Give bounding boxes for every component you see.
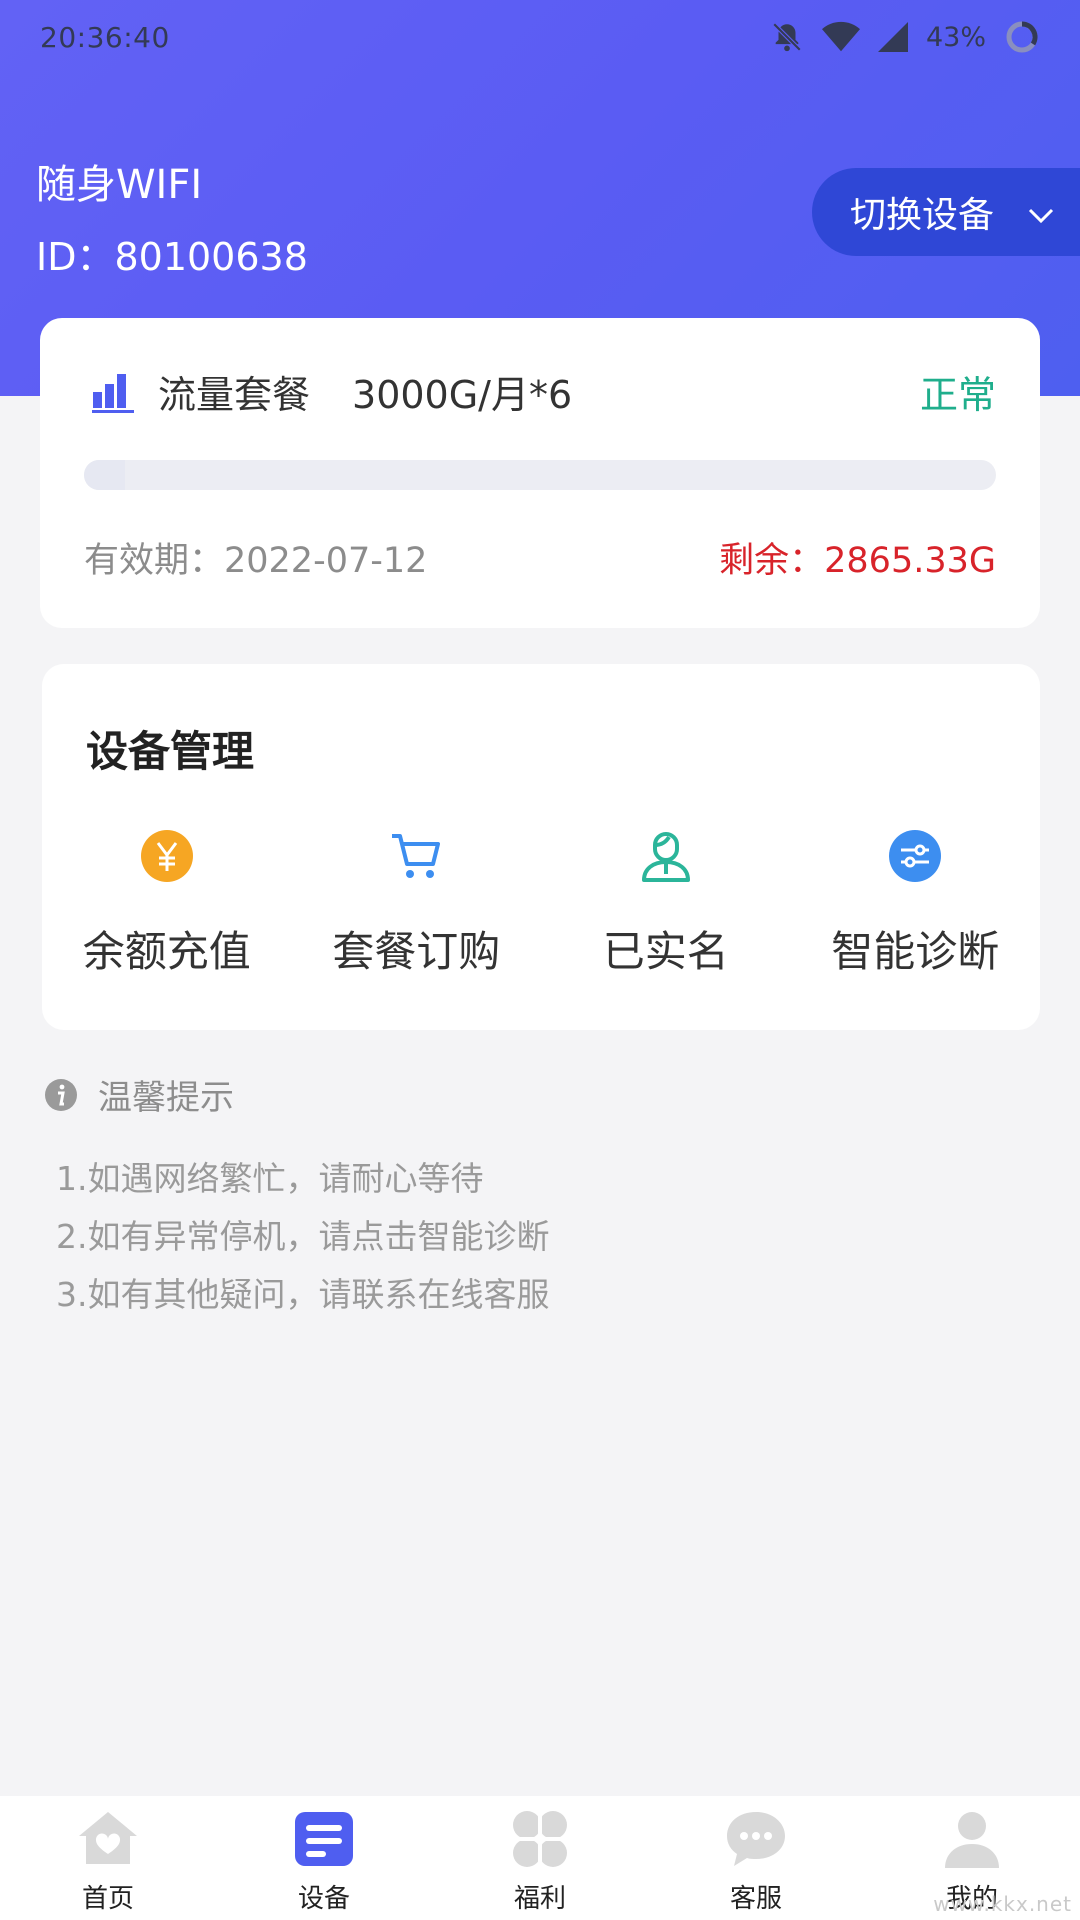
plan-size: 3000G/月*6 <box>352 372 573 417</box>
plan-remaining: 剩余：2865.33G <box>719 541 996 581</box>
bell-muted-icon <box>770 20 804 54</box>
user-verified-icon <box>638 828 694 884</box>
profile-icon <box>939 1808 1005 1870</box>
smart-diagnose-button[interactable]: 智能诊断 <box>791 828 1041 979</box>
watermark-text: www.kkx.net <box>933 1892 1072 1916</box>
switch-device-label: 切换设备 <box>850 195 995 236</box>
tip-line: 1.如遇网络繁忙，请耐心等待 <box>56 1159 484 1198</box>
chevron-down-icon <box>1028 192 1054 233</box>
tab-device[interactable]: 设备 <box>216 1796 432 1920</box>
real-name-button[interactable]: 已实名 <box>541 828 791 979</box>
plan-title: 流量套餐 <box>158 372 311 417</box>
tab-device-label: 设备 <box>297 1884 350 1914</box>
tab-service[interactable]: 客服 <box>648 1796 864 1920</box>
diagnose-sliders-icon <box>887 828 943 884</box>
balance-recharge-label: 余额充值 <box>82 927 251 976</box>
tips-title: 温馨提示 <box>98 1078 234 1118</box>
tab-service-label: 客服 <box>729 1884 782 1914</box>
management-grid: 余额充值 套餐订购 已实名 智能诊断 <box>42 828 1040 979</box>
real-name-label: 已实名 <box>602 927 729 976</box>
device-management-title: 设备管理 <box>86 727 255 776</box>
device-management-card: 设备管理 余额充值 套餐订购 已实名 智能诊断 <box>42 664 1040 1030</box>
yen-coin-icon <box>139 828 195 884</box>
tips-list: 1.如遇网络繁忙，请耐心等待 2.如有异常停机，请点击智能诊断 3.如有其他疑问… <box>56 1150 550 1324</box>
status-time: 20:36:40 <box>40 20 170 54</box>
battery-percent: 43% <box>925 21 986 53</box>
device-icon <box>291 1808 357 1870</box>
wifi-icon <box>821 21 860 53</box>
plan-card: 流量套餐 3000G/月*6 正常 有效期：2022-07-12 剩余：2865… <box>40 318 1040 628</box>
tip-line: 3.如有其他疑问，请联系在线客服 <box>56 1275 550 1314</box>
tab-welfare-label: 福利 <box>513 1884 566 1914</box>
plan-header: 流量套餐 3000G/月*6 正常 <box>90 366 996 417</box>
bottom-tab-bar: 首页 设备 福利 客服 我的 <box>0 1796 1080 1920</box>
smart-diagnose-label: 智能诊断 <box>831 927 1000 976</box>
usage-progress-bar <box>84 460 996 490</box>
device-name: 随身WIFI <box>36 162 203 208</box>
signal-icon <box>877 22 908 52</box>
plan-footer: 有效期：2022-07-12 剩余：2865.33G <box>84 532 996 583</box>
bar-chart-icon <box>90 368 136 414</box>
plan-expiry: 有效期：2022-07-12 <box>84 541 428 581</box>
balance-recharge-button[interactable]: 余额充值 <box>42 828 292 979</box>
info-icon <box>44 1078 78 1112</box>
switch-device-button[interactable]: 切换设备 <box>812 168 1080 256</box>
tab-welfare[interactable]: 福利 <box>432 1796 648 1920</box>
plan-status: 正常 <box>919 372 996 417</box>
tab-home-label: 首页 <box>81 1884 134 1914</box>
plan-order-button[interactable]: 套餐订购 <box>292 828 542 979</box>
tab-home[interactable]: 首页 <box>0 1796 216 1920</box>
battery-ring-icon <box>1004 19 1040 55</box>
plan-order-label: 套餐订购 <box>332 927 501 976</box>
tip-line: 2.如有异常停机，请点击智能诊断 <box>56 1217 550 1256</box>
status-bar: 20:36:40 43% <box>0 0 1080 74</box>
chat-icon <box>723 1808 789 1870</box>
tips-header: 温馨提示 <box>44 1070 234 1119</box>
clover-icon <box>507 1808 573 1870</box>
status-icons: 43% <box>770 19 1040 55</box>
home-icon <box>75 1808 141 1870</box>
device-id: ID：80100638 <box>36 235 308 279</box>
cart-icon <box>388 828 444 884</box>
usage-progress-fill <box>84 460 126 490</box>
